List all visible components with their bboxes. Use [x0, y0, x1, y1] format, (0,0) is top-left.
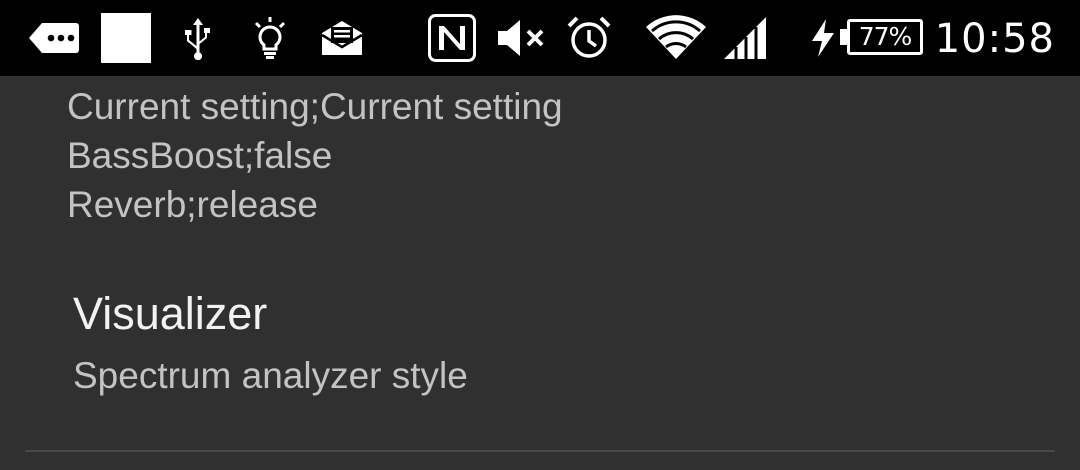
- bassboost-line: BassBoost;false: [67, 135, 333, 176]
- nfc-icon: [428, 0, 476, 76]
- mute-icon: [496, 0, 550, 76]
- current-setting-line: Current setting;Current setting: [67, 86, 563, 127]
- battery-percent: 77%: [858, 22, 913, 51]
- status-bar: 77% 10:58: [0, 0, 1080, 76]
- battery-terminal: [840, 29, 847, 45]
- battery-icon: 77%: [847, 19, 923, 55]
- lightbulb-icon: [251, 0, 289, 76]
- usb-icon: [180, 0, 216, 76]
- more-notifications-icon: [28, 0, 80, 76]
- wifi-icon: [645, 0, 707, 76]
- settings-list: Current setting;Current setting BassBoos…: [0, 76, 1080, 470]
- visualizer-summary: Spectrum analyzer style: [73, 355, 468, 396]
- divider: [25, 450, 1055, 452]
- reverb-line: Reverb;release: [67, 184, 318, 225]
- clock: 10:58: [934, 16, 1055, 62]
- visualizer-title: Visualizer: [73, 288, 268, 339]
- alarm-icon: [566, 0, 612, 76]
- cell-signal-icon: [722, 0, 768, 76]
- email-icon: [320, 0, 364, 76]
- charging-icon: [808, 0, 838, 76]
- blank-notification-icon: [101, 0, 151, 76]
